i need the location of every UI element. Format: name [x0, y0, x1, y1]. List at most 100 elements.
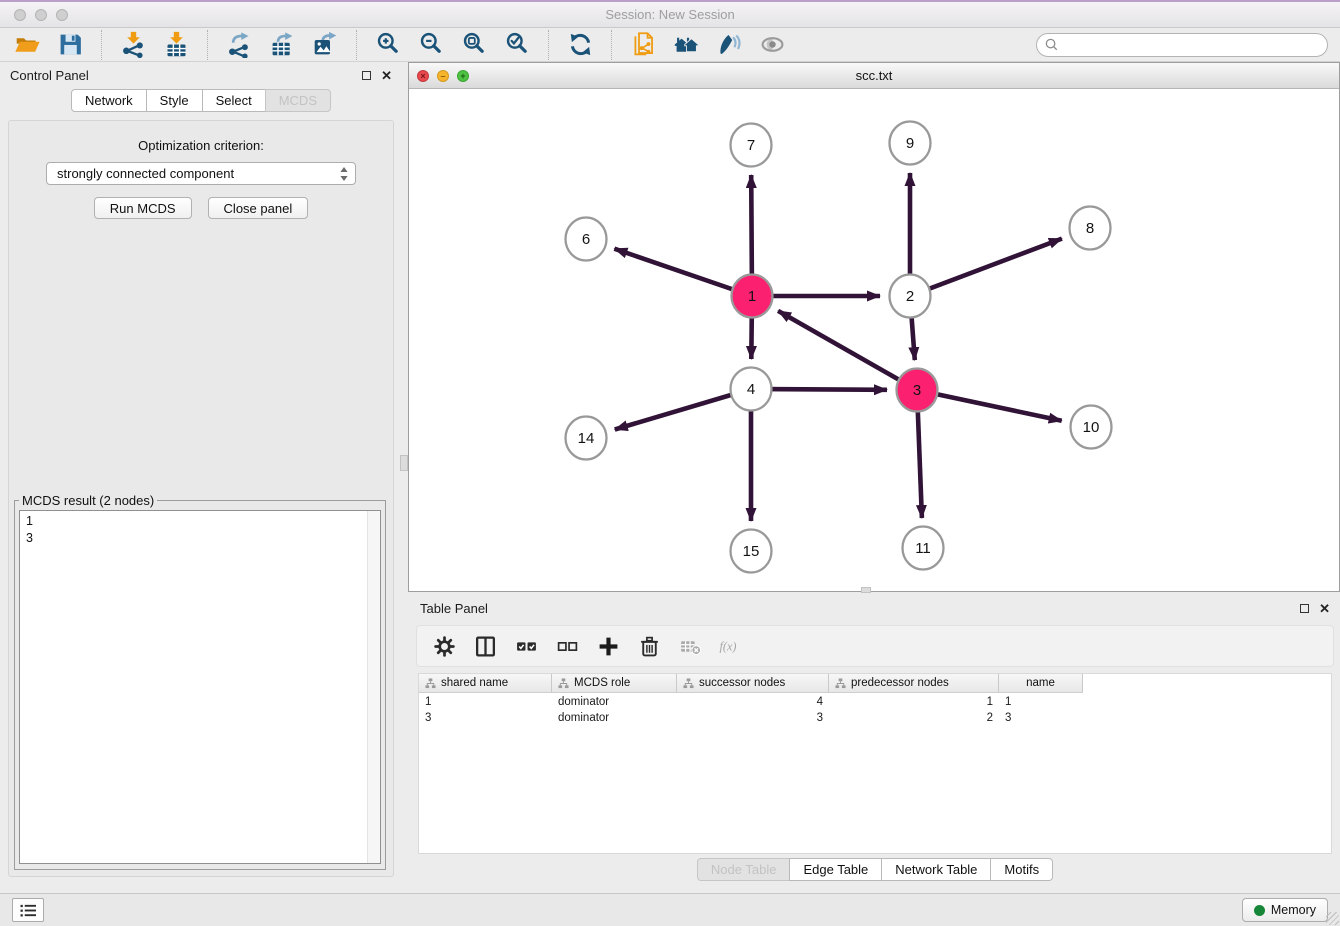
- close-panel-button[interactable]: Close panel: [208, 197, 309, 219]
- zoom-fit-icon[interactable]: [459, 30, 489, 60]
- horizontal-splitter-grip[interactable]: [861, 587, 871, 593]
- float-panel-icon[interactable]: [362, 71, 371, 80]
- graph-edge-1-6[interactable]: [614, 249, 752, 296]
- mcds-result-legend: MCDS result (2 nodes): [19, 493, 157, 508]
- svg-text:4: 4: [747, 381, 755, 398]
- network-graph-canvas[interactable]: 1 2 3 4 6 7 8 9 10 11 14 15: [409, 89, 1339, 591]
- table-cell[interactable]: dominator: [552, 696, 677, 708]
- graph-node-10[interactable]: 10: [1071, 406, 1112, 449]
- export-image-icon[interactable]: [310, 30, 340, 60]
- svg-text:7: 7: [747, 137, 755, 154]
- float-table-panel-icon[interactable]: [1300, 604, 1309, 613]
- settings-gear-icon[interactable]: [431, 633, 457, 659]
- criterion-value: strongly connected component: [57, 166, 339, 181]
- table-toolbar: f(x): [416, 625, 1334, 667]
- svg-text:3: 3: [913, 382, 921, 399]
- home-icon[interactable]: [671, 30, 701, 60]
- mcds-result-fieldset: MCDS result (2 nodes) 1 3: [14, 493, 386, 870]
- import-network-icon[interactable]: [118, 30, 148, 60]
- maximize-network-icon[interactable]: +: [457, 70, 469, 82]
- graph-node-4[interactable]: 4: [731, 368, 772, 411]
- graph-node-6[interactable]: 6: [566, 218, 607, 261]
- select-all-icon[interactable]: [513, 633, 539, 659]
- column-header-predecessor-nodes[interactable]: predecessor nodes: [829, 674, 999, 692]
- graph-node-11[interactable]: 11: [903, 527, 944, 570]
- zoom-selected-icon[interactable]: [502, 30, 532, 60]
- column-header-MCDS-role[interactable]: MCDS role: [552, 674, 677, 692]
- close-network-icon[interactable]: ×: [417, 70, 429, 82]
- table-cell[interactable]: dominator: [552, 712, 677, 724]
- style-icon[interactable]: [714, 30, 744, 60]
- svg-text:14: 14: [578, 430, 595, 447]
- tab-edge-table[interactable]: Edge Table: [789, 858, 882, 881]
- tab-node-table[interactable]: Node Table: [697, 858, 791, 881]
- delete-row-icon[interactable]: [636, 633, 662, 659]
- graph-node-9[interactable]: 9: [890, 122, 931, 165]
- criterion-select[interactable]: strongly connected component: [46, 162, 356, 185]
- delete-table-icon: [677, 633, 703, 659]
- tree-icon: [683, 678, 694, 689]
- close-table-panel-icon[interactable]: ✕: [1319, 602, 1330, 615]
- table-cell[interactable]: 3: [999, 712, 1083, 724]
- table-cell[interactable]: 1: [419, 696, 552, 708]
- search-icon: [1044, 37, 1059, 52]
- save-icon[interactable]: [55, 30, 85, 60]
- graph-node-14[interactable]: 14: [566, 417, 607, 460]
- graph-edge-3-1[interactable]: [778, 311, 917, 390]
- svg-text:f(x): f(x): [720, 639, 737, 653]
- graph-node-15[interactable]: 15: [731, 530, 772, 573]
- export-network-icon[interactable]: [224, 30, 254, 60]
- graph-node-7[interactable]: 7: [731, 124, 772, 167]
- graph-node-1[interactable]: 1: [732, 275, 773, 318]
- window-resize-grip[interactable]: [1326, 912, 1339, 925]
- list-icon: [19, 903, 38, 918]
- mcds-panel: Optimization criterion: strongly connect…: [8, 120, 394, 877]
- control-panel-header: Control Panel ✕: [0, 62, 402, 88]
- run-mcds-button[interactable]: Run MCDS: [94, 197, 192, 219]
- table-cell[interactable]: 3: [677, 712, 829, 724]
- column-header-name[interactable]: name: [999, 674, 1083, 692]
- zoom-in-icon[interactable]: [373, 30, 403, 60]
- graph-node-2[interactable]: 2: [890, 275, 931, 318]
- table-cell[interactable]: 1: [999, 696, 1083, 708]
- import-table-icon[interactable]: [161, 30, 191, 60]
- result-scrollbar[interactable]: [367, 511, 380, 863]
- panels-menu-button[interactable]: [12, 898, 44, 922]
- tab-network[interactable]: Network: [71, 89, 147, 112]
- tab-motifs[interactable]: Motifs: [990, 858, 1053, 881]
- tab-style[interactable]: Style: [146, 89, 203, 112]
- graph-node-8[interactable]: 8: [1070, 207, 1111, 250]
- column-header-successor-nodes[interactable]: successor nodes: [677, 674, 829, 692]
- open-icon[interactable]: [12, 30, 42, 60]
- tab-mcds[interactable]: MCDS: [265, 89, 331, 112]
- memory-button[interactable]: Memory: [1242, 898, 1328, 922]
- node-table: shared nameMCDS rolesuccessor nodesprede…: [418, 673, 1332, 854]
- table-cell[interactable]: 1: [829, 696, 999, 708]
- graph-edge-3-10[interactable]: [917, 390, 1062, 421]
- tree-icon: [835, 678, 846, 689]
- graph-node-3[interactable]: 3: [897, 369, 938, 412]
- refresh-icon[interactable]: [565, 30, 595, 60]
- document-network-icon[interactable]: [628, 30, 658, 60]
- table-cell[interactable]: 3: [419, 712, 552, 724]
- toolbar-icons: [12, 30, 787, 60]
- export-table-icon[interactable]: [267, 30, 297, 60]
- table-body: 1dominator4113dominator323: [419, 694, 1331, 726]
- vertical-splitter-grip[interactable]: [400, 455, 408, 471]
- table-row[interactable]: 3dominator323: [419, 710, 1331, 726]
- tab-network-table[interactable]: Network Table: [881, 858, 991, 881]
- deselect-all-icon[interactable]: [554, 633, 580, 659]
- graph-edge-2-8[interactable]: [910, 239, 1062, 296]
- search-input[interactable]: [1036, 33, 1328, 57]
- columns-icon[interactable]: [472, 633, 498, 659]
- tab-select[interactable]: Select: [202, 89, 266, 112]
- toolbar-separator: [548, 30, 549, 60]
- zoom-out-icon[interactable]: [416, 30, 446, 60]
- table-cell[interactable]: 2: [829, 712, 999, 724]
- add-row-icon[interactable]: [595, 633, 621, 659]
- table-row[interactable]: 1dominator411: [419, 694, 1331, 710]
- minimize-network-icon[interactable]: –: [437, 70, 449, 82]
- close-panel-icon[interactable]: ✕: [381, 69, 392, 82]
- column-header-shared-name[interactable]: shared name: [419, 674, 552, 692]
- table-cell[interactable]: 4: [677, 696, 829, 708]
